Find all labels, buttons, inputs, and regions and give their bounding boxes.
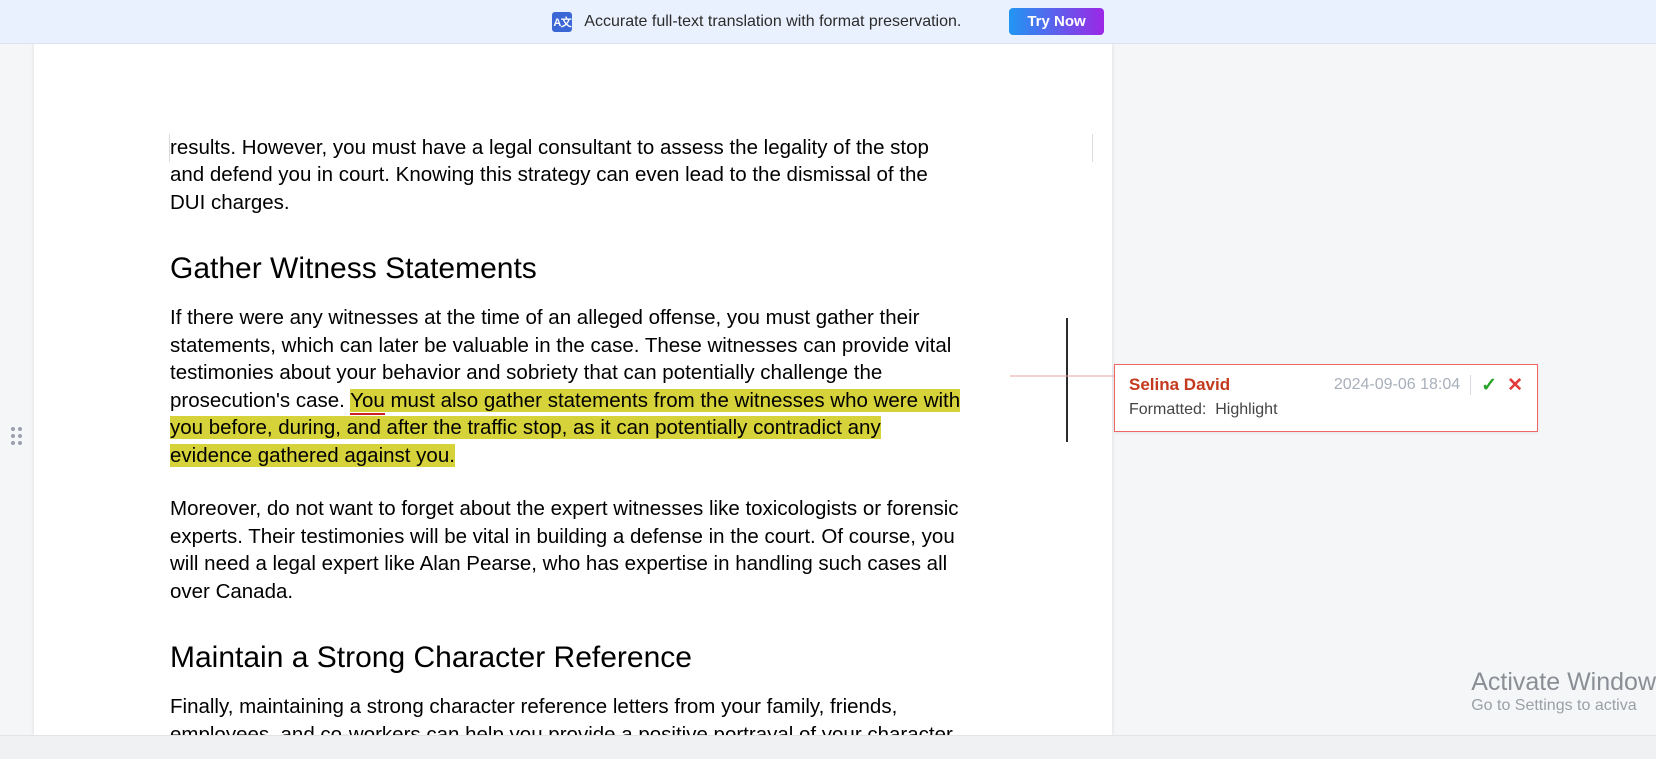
margin-guide-right <box>1092 134 1093 162</box>
translate-icon: A文 <box>552 12 572 32</box>
paragraph-witness[interactable]: If there were any witnesses at the time … <box>170 304 962 469</box>
accept-change-button[interactable]: ✓ <box>1481 376 1497 395</box>
track-change-body: Formatted: Highlight <box>1129 401 1523 419</box>
watermark-line1: Activate Window <box>1471 668 1656 697</box>
heading-gather-witness[interactable]: Gather Witness Statements <box>170 252 962 286</box>
track-change-card[interactable]: Selina David 2024-09-06 18:04 ✓ ✕ Format… <box>1114 364 1538 432</box>
heading-character-ref[interactable]: Maintain a Strong Character Reference <box>170 641 962 675</box>
comment-date: 2024-09-06 18:04 <box>1334 376 1460 394</box>
separator <box>1470 375 1471 395</box>
translation-banner: A文 Accurate full-text translation with f… <box>0 0 1656 44</box>
comment-author: Selina David <box>1129 375 1230 395</box>
horizontal-scrollbar[interactable] <box>0 735 1656 759</box>
margin-guide-left <box>169 134 170 162</box>
change-label: Formatted: <box>1129 401 1206 418</box>
paragraph-intro[interactable]: results. However, you must have a legal … <box>170 134 962 216</box>
paragraph-drag-handle[interactable] <box>11 427 22 445</box>
paragraph-character[interactable]: Finally, maintaining a strong character … <box>170 693 962 735</box>
selection-indicator <box>1066 318 1068 442</box>
banner-message: Accurate full-text translation with form… <box>584 13 961 31</box>
reject-change-button[interactable]: ✕ <box>1507 376 1523 395</box>
document-page[interactable]: results. However, you must have a legal … <box>34 44 1112 735</box>
document-workspace: results. However, you must have a legal … <box>0 44 1656 735</box>
track-change-header: Selina David 2024-09-06 18:04 ✓ ✕ <box>1129 375 1523 395</box>
highlight-lead-word: You <box>350 389 385 415</box>
try-now-button[interactable]: Try Now <box>1009 8 1103 35</box>
watermark-line2: Go to Settings to activa <box>1471 697 1656 715</box>
change-value: Highlight <box>1215 401 1277 418</box>
paragraph-expert[interactable]: Moreover, do not want to forget about th… <box>170 495 962 605</box>
windows-activation-watermark: Activate Window Go to Settings to activa <box>1471 668 1656 715</box>
banner-message-group: A文 Accurate full-text translation with f… <box>552 12 961 32</box>
